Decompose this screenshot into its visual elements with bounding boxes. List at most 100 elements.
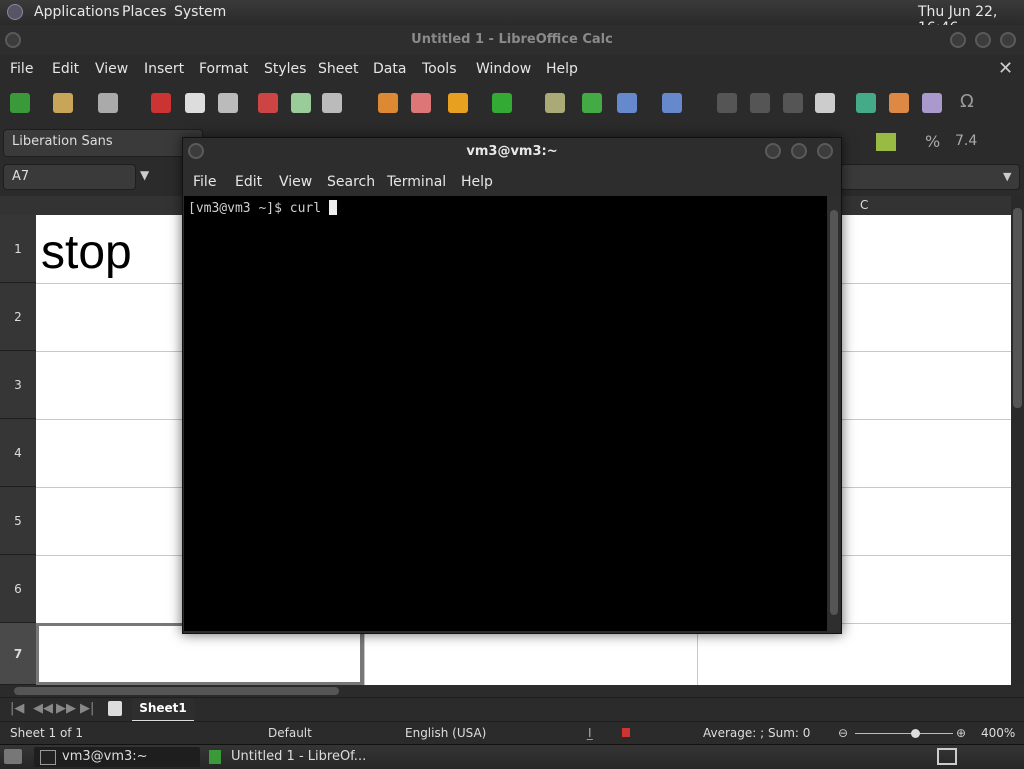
terminal-menu-edit[interactable]: Edit (235, 174, 262, 190)
insert-chart-icon[interactable] (889, 93, 909, 113)
name-box-dropdown-icon[interactable]: ▼ (140, 168, 149, 182)
taskbar-item-calc[interactable]: Untitled 1 - LibreOf... (203, 747, 403, 767)
sort-icon[interactable] (717, 93, 737, 113)
terminal-menu-view[interactable]: View (279, 174, 312, 190)
vertical-scrollbar[interactable] (1011, 196, 1024, 685)
row-header-4[interactable]: 4 (0, 419, 36, 487)
close-document-icon[interactable]: ✕ (998, 58, 1013, 79)
row-header-6[interactable]: 6 (0, 555, 36, 623)
document-modified-icon[interactable] (622, 728, 630, 737)
language-status[interactable]: English (USA) (405, 726, 486, 740)
special-character-icon[interactable]: Ω (960, 91, 980, 112)
formula-input[interactable] (840, 164, 1020, 190)
clone-formatting-icon[interactable] (378, 93, 398, 113)
horizontal-scrollbar[interactable] (0, 685, 1024, 697)
terminal-menu-terminal[interactable]: Terminal (387, 174, 446, 190)
menu-insert[interactable]: Insert (144, 61, 184, 77)
undo-icon[interactable] (448, 93, 468, 113)
terminal-minimize-button[interactable] (765, 143, 781, 159)
zoom-in-icon[interactable]: ⊕ (956, 726, 966, 740)
vertical-scroll-thumb[interactable] (1013, 208, 1022, 408)
places-menu[interactable]: Places (122, 4, 167, 20)
menu-data[interactable]: Data (373, 61, 406, 77)
last-sheet-icon[interactable]: ▶| (80, 701, 94, 716)
close-window-button[interactable] (1000, 32, 1016, 48)
workspace-switcher[interactable] (937, 748, 957, 765)
menu-window[interactable]: Window (476, 61, 531, 77)
insert-image-icon[interactable] (856, 93, 876, 113)
sheet-position: Sheet 1 of 1 (10, 726, 83, 740)
print-preview-icon[interactable] (218, 93, 238, 113)
menu-view[interactable]: View (95, 61, 128, 77)
terminal-menu-file[interactable]: File (193, 174, 216, 190)
sort-descending-icon[interactable] (783, 93, 803, 113)
selection-mode-icon[interactable]: I̲ (588, 726, 592, 740)
horizontal-scroll-thumb[interactable] (14, 687, 339, 695)
row-header-2[interactable]: 2 (0, 283, 36, 351)
row-header-5[interactable]: 5 (0, 487, 36, 555)
row-header-1[interactable]: 1 (0, 215, 36, 283)
menu-format[interactable]: Format (199, 61, 248, 77)
next-sheet-icon[interactable]: ▶▶ (56, 701, 76, 716)
redo-icon[interactable] (492, 93, 512, 113)
terminal-menu-help[interactable]: Help (461, 174, 493, 190)
currency-format-icon[interactable] (876, 133, 896, 151)
row-icon[interactable] (617, 93, 637, 113)
gnome-foot-icon[interactable] (7, 4, 23, 20)
zoom-slider[interactable] (855, 733, 953, 734)
taskbar-item-terminal[interactable]: vm3@vm3:~ (34, 747, 200, 767)
page-style[interactable]: Default (268, 726, 312, 740)
paste-icon[interactable] (322, 93, 342, 113)
zoom-out-icon[interactable]: ⊖ (838, 726, 848, 740)
pivot-table-icon[interactable] (922, 93, 942, 113)
terminal-title: vm3@vm3:~ (466, 144, 558, 159)
number-format-icon[interactable]: 7.4 (955, 133, 977, 149)
zoom-level[interactable]: 400% (981, 726, 1015, 740)
terminal-maximize-button[interactable] (791, 143, 807, 159)
font-name-box[interactable]: Liberation Sans (3, 129, 203, 157)
export-pdf-icon[interactable] (151, 93, 171, 113)
applications-menu[interactable]: Applications (34, 4, 120, 20)
autofilter-icon[interactable] (815, 93, 835, 113)
terminal-menu-search[interactable]: Search (327, 174, 375, 190)
column-icon[interactable] (662, 93, 682, 113)
menu-file[interactable]: File (10, 61, 33, 77)
formula-expand-icon[interactable]: ▼ (1003, 170, 1011, 183)
terminal-screen[interactable]: [vm3@vm3 ~]$ curl (184, 196, 827, 631)
minimize-button[interactable] (950, 32, 966, 48)
copy-icon[interactable] (291, 93, 311, 113)
first-sheet-icon[interactable]: |◀ (10, 701, 24, 716)
clear-formatting-icon[interactable] (411, 93, 431, 113)
save-icon[interactable] (98, 93, 118, 113)
spelling-icon[interactable] (582, 93, 602, 113)
row-header-7[interactable]: 7 (0, 623, 36, 685)
add-sheet-icon[interactable] (108, 701, 122, 716)
terminal-scroll-thumb[interactable] (830, 210, 838, 615)
open-icon[interactable] (53, 93, 73, 113)
zoom-slider-knob[interactable] (911, 729, 921, 738)
new-spreadsheet-icon[interactable] (10, 93, 30, 113)
find-replace-icon[interactable] (545, 93, 565, 113)
sheet-tab-sheet1[interactable]: Sheet1 (132, 698, 194, 722)
row-header-3[interactable]: 3 (0, 351, 36, 419)
system-menu[interactable]: System (174, 4, 226, 20)
previous-sheet-icon[interactable]: ◀◀ (33, 701, 53, 716)
sort-ascending-icon[interactable] (750, 93, 770, 113)
show-desktop-icon[interactable] (4, 749, 22, 764)
cut-icon[interactable] (258, 93, 278, 113)
cell-a1[interactable]: stop (41, 225, 132, 280)
taskbar-label: Untitled 1 - LibreOf... (231, 749, 367, 764)
menu-tools[interactable]: Tools (422, 61, 457, 77)
column-header-c[interactable]: C (860, 198, 868, 212)
menu-help[interactable]: Help (546, 61, 578, 77)
print-icon[interactable] (185, 93, 205, 113)
menu-edit[interactable]: Edit (52, 61, 79, 77)
menu-sheet[interactable]: Sheet (318, 61, 358, 77)
terminal-scrollbar[interactable] (828, 196, 840, 631)
name-box[interactable]: A7 (3, 164, 136, 190)
maximize-button[interactable] (975, 32, 991, 48)
menu-styles[interactable]: Styles (264, 61, 306, 77)
terminal-window[interactable]: vm3@vm3:~ File Edit View Search Terminal… (182, 137, 842, 634)
percent-format-icon[interactable]: % (925, 132, 940, 151)
terminal-close-button[interactable] (817, 143, 833, 159)
